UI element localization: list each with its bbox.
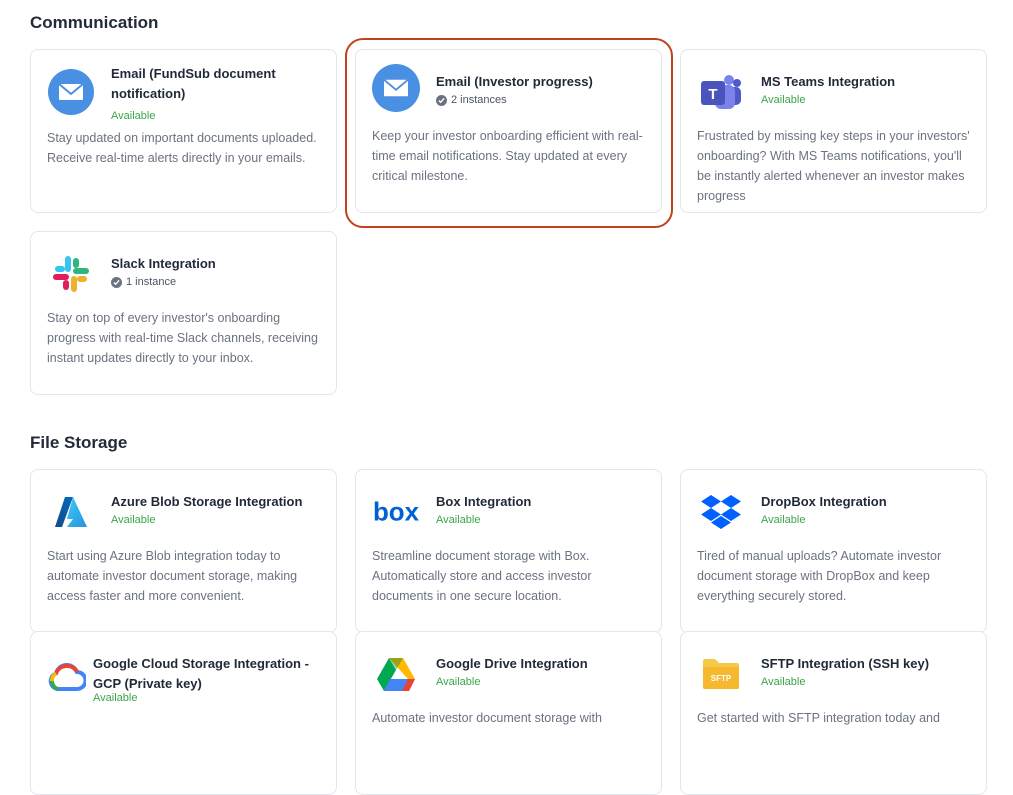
integration-card-slack[interactable]: Slack Integration 1 instance Stay on top… bbox=[30, 231, 337, 395]
instances-count: 1 instance bbox=[126, 276, 177, 288]
card-title: SFTP Integration (SSH key) bbox=[761, 656, 930, 671]
slack-icon bbox=[47, 250, 95, 298]
card-title: DropBox Integration bbox=[761, 494, 887, 509]
card-description: Start using Azure Blob integration today… bbox=[47, 549, 298, 603]
azure-icon bbox=[47, 488, 95, 536]
google-cloud-icon bbox=[43, 654, 91, 702]
status-badge: Available bbox=[111, 514, 156, 526]
integration-card-google-drive[interactable]: Google Drive Integration Available Autom… bbox=[355, 631, 662, 795]
integration-card-sftp[interactable]: SFTP SFTP Integration (SSH key) Availabl… bbox=[680, 631, 987, 795]
integration-card-azure-blob[interactable]: Azure Blob Storage Integration Available… bbox=[30, 469, 337, 633]
email-icon bbox=[47, 68, 95, 116]
dropbox-icon bbox=[697, 488, 745, 536]
card-description: Stay on top of every investor's onboardi… bbox=[47, 311, 318, 365]
card-description: Tired of manual uploads? Automate invest… bbox=[697, 549, 942, 603]
card-title: MS Teams Integration bbox=[761, 74, 896, 89]
box-icon: box bbox=[372, 488, 420, 536]
card-title: Azure Blob Storage Integration bbox=[111, 494, 303, 509]
card-title: Email (FundSub document notification) bbox=[111, 66, 276, 101]
status-badge: Available bbox=[111, 110, 156, 122]
sftp-folder-icon: SFTP bbox=[697, 650, 745, 698]
card-description: Stay updated on important documents uplo… bbox=[47, 131, 317, 165]
selection-highlight bbox=[345, 38, 673, 228]
section-title-communication: Communication bbox=[30, 13, 159, 32]
ms-teams-icon: T bbox=[697, 68, 745, 116]
card-title: Google Drive Integration bbox=[436, 656, 588, 671]
instances-badge: 1 instance bbox=[111, 276, 176, 288]
svg-text:SFTP: SFTP bbox=[711, 674, 732, 683]
card-description: Streamline document storage with Box. Au… bbox=[372, 549, 592, 603]
integration-card-ms-teams[interactable]: T MS Teams Integration Available Frustra… bbox=[680, 49, 987, 213]
status-badge: Available bbox=[93, 692, 138, 704]
status-badge: Available bbox=[436, 676, 481, 688]
status-badge: Available bbox=[761, 514, 806, 526]
google-drive-icon bbox=[372, 650, 420, 698]
integration-card-box[interactable]: box Box Integration Available Streamline… bbox=[355, 469, 662, 633]
integration-card-google-cloud-storage[interactable]: Google Cloud Storage Integration - GCP (… bbox=[30, 631, 337, 795]
card-description: Get started with SFTP integration today … bbox=[697, 711, 940, 725]
section-title-file-storage: File Storage bbox=[30, 433, 128, 452]
svg-text:T: T bbox=[708, 86, 717, 103]
status-badge: Available bbox=[761, 676, 806, 688]
status-badge: Available bbox=[436, 514, 481, 526]
integration-card-dropbox[interactable]: DropBox Integration Available Tired of m… bbox=[680, 469, 987, 633]
card-description: Frustrated by missing key steps in your … bbox=[697, 129, 970, 203]
card-title: Slack Integration bbox=[111, 256, 216, 271]
card-title: Google Cloud Storage Integration - GCP (… bbox=[93, 656, 309, 691]
card-description: Automate investor document storage with bbox=[372, 711, 602, 725]
integration-card-email-fundsub[interactable]: Email (FundSub document notification) Av… bbox=[30, 49, 337, 213]
status-badge: Available bbox=[761, 94, 806, 106]
card-title: Box Integration bbox=[436, 494, 532, 509]
check-circle-icon bbox=[111, 276, 122, 288]
svg-text:box: box bbox=[373, 499, 420, 527]
